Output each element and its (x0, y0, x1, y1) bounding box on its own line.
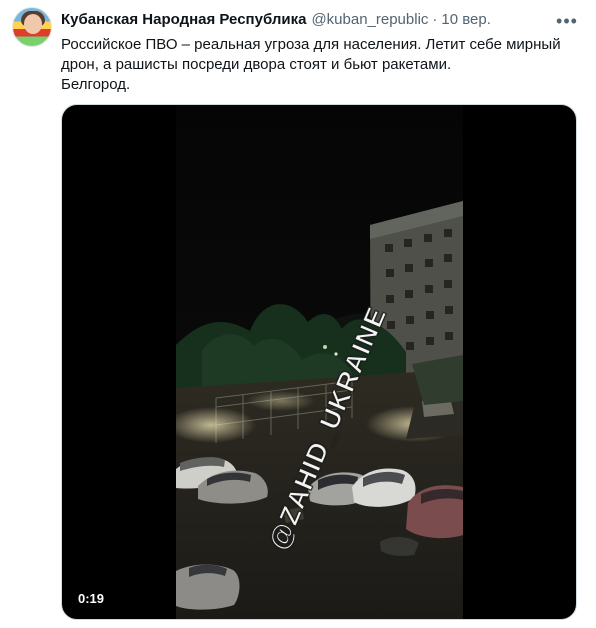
more-options-button[interactable]: ••• (555, 9, 579, 33)
tweet-card[interactable]: Кубанская Народная Республика @kuban_rep… (0, 0, 596, 628)
video-click-area[interactable] (62, 105, 576, 619)
video-player[interactable]: @ZAHID_UKRAINE 0:19 (61, 104, 577, 620)
author-handle[interactable]: @kuban_republic (311, 10, 428, 30)
tweet-timestamp[interactable]: 10 вер. (441, 10, 491, 30)
more-icon: ••• (556, 11, 578, 31)
video-duration-badge: 0:19 (72, 589, 111, 609)
tweet-text: Российское ПВО – реальная угроза для нас… (61, 35, 569, 95)
author-avatar[interactable] (12, 7, 52, 47)
tweet-text-line: Белгород. (61, 76, 131, 93)
tweet-text-line: Российское ПВО – реальная угроза для нас… (61, 36, 561, 53)
tweet-header: Кубанская Народная Республика @kuban_rep… (61, 10, 491, 30)
header-separator: · (432, 11, 438, 28)
avatar-face (24, 14, 42, 34)
tweet-text-line: дрон, а рашисты посреди двора стоят и бь… (61, 56, 452, 73)
author-name[interactable]: Кубанская Народная Республика (61, 10, 306, 30)
